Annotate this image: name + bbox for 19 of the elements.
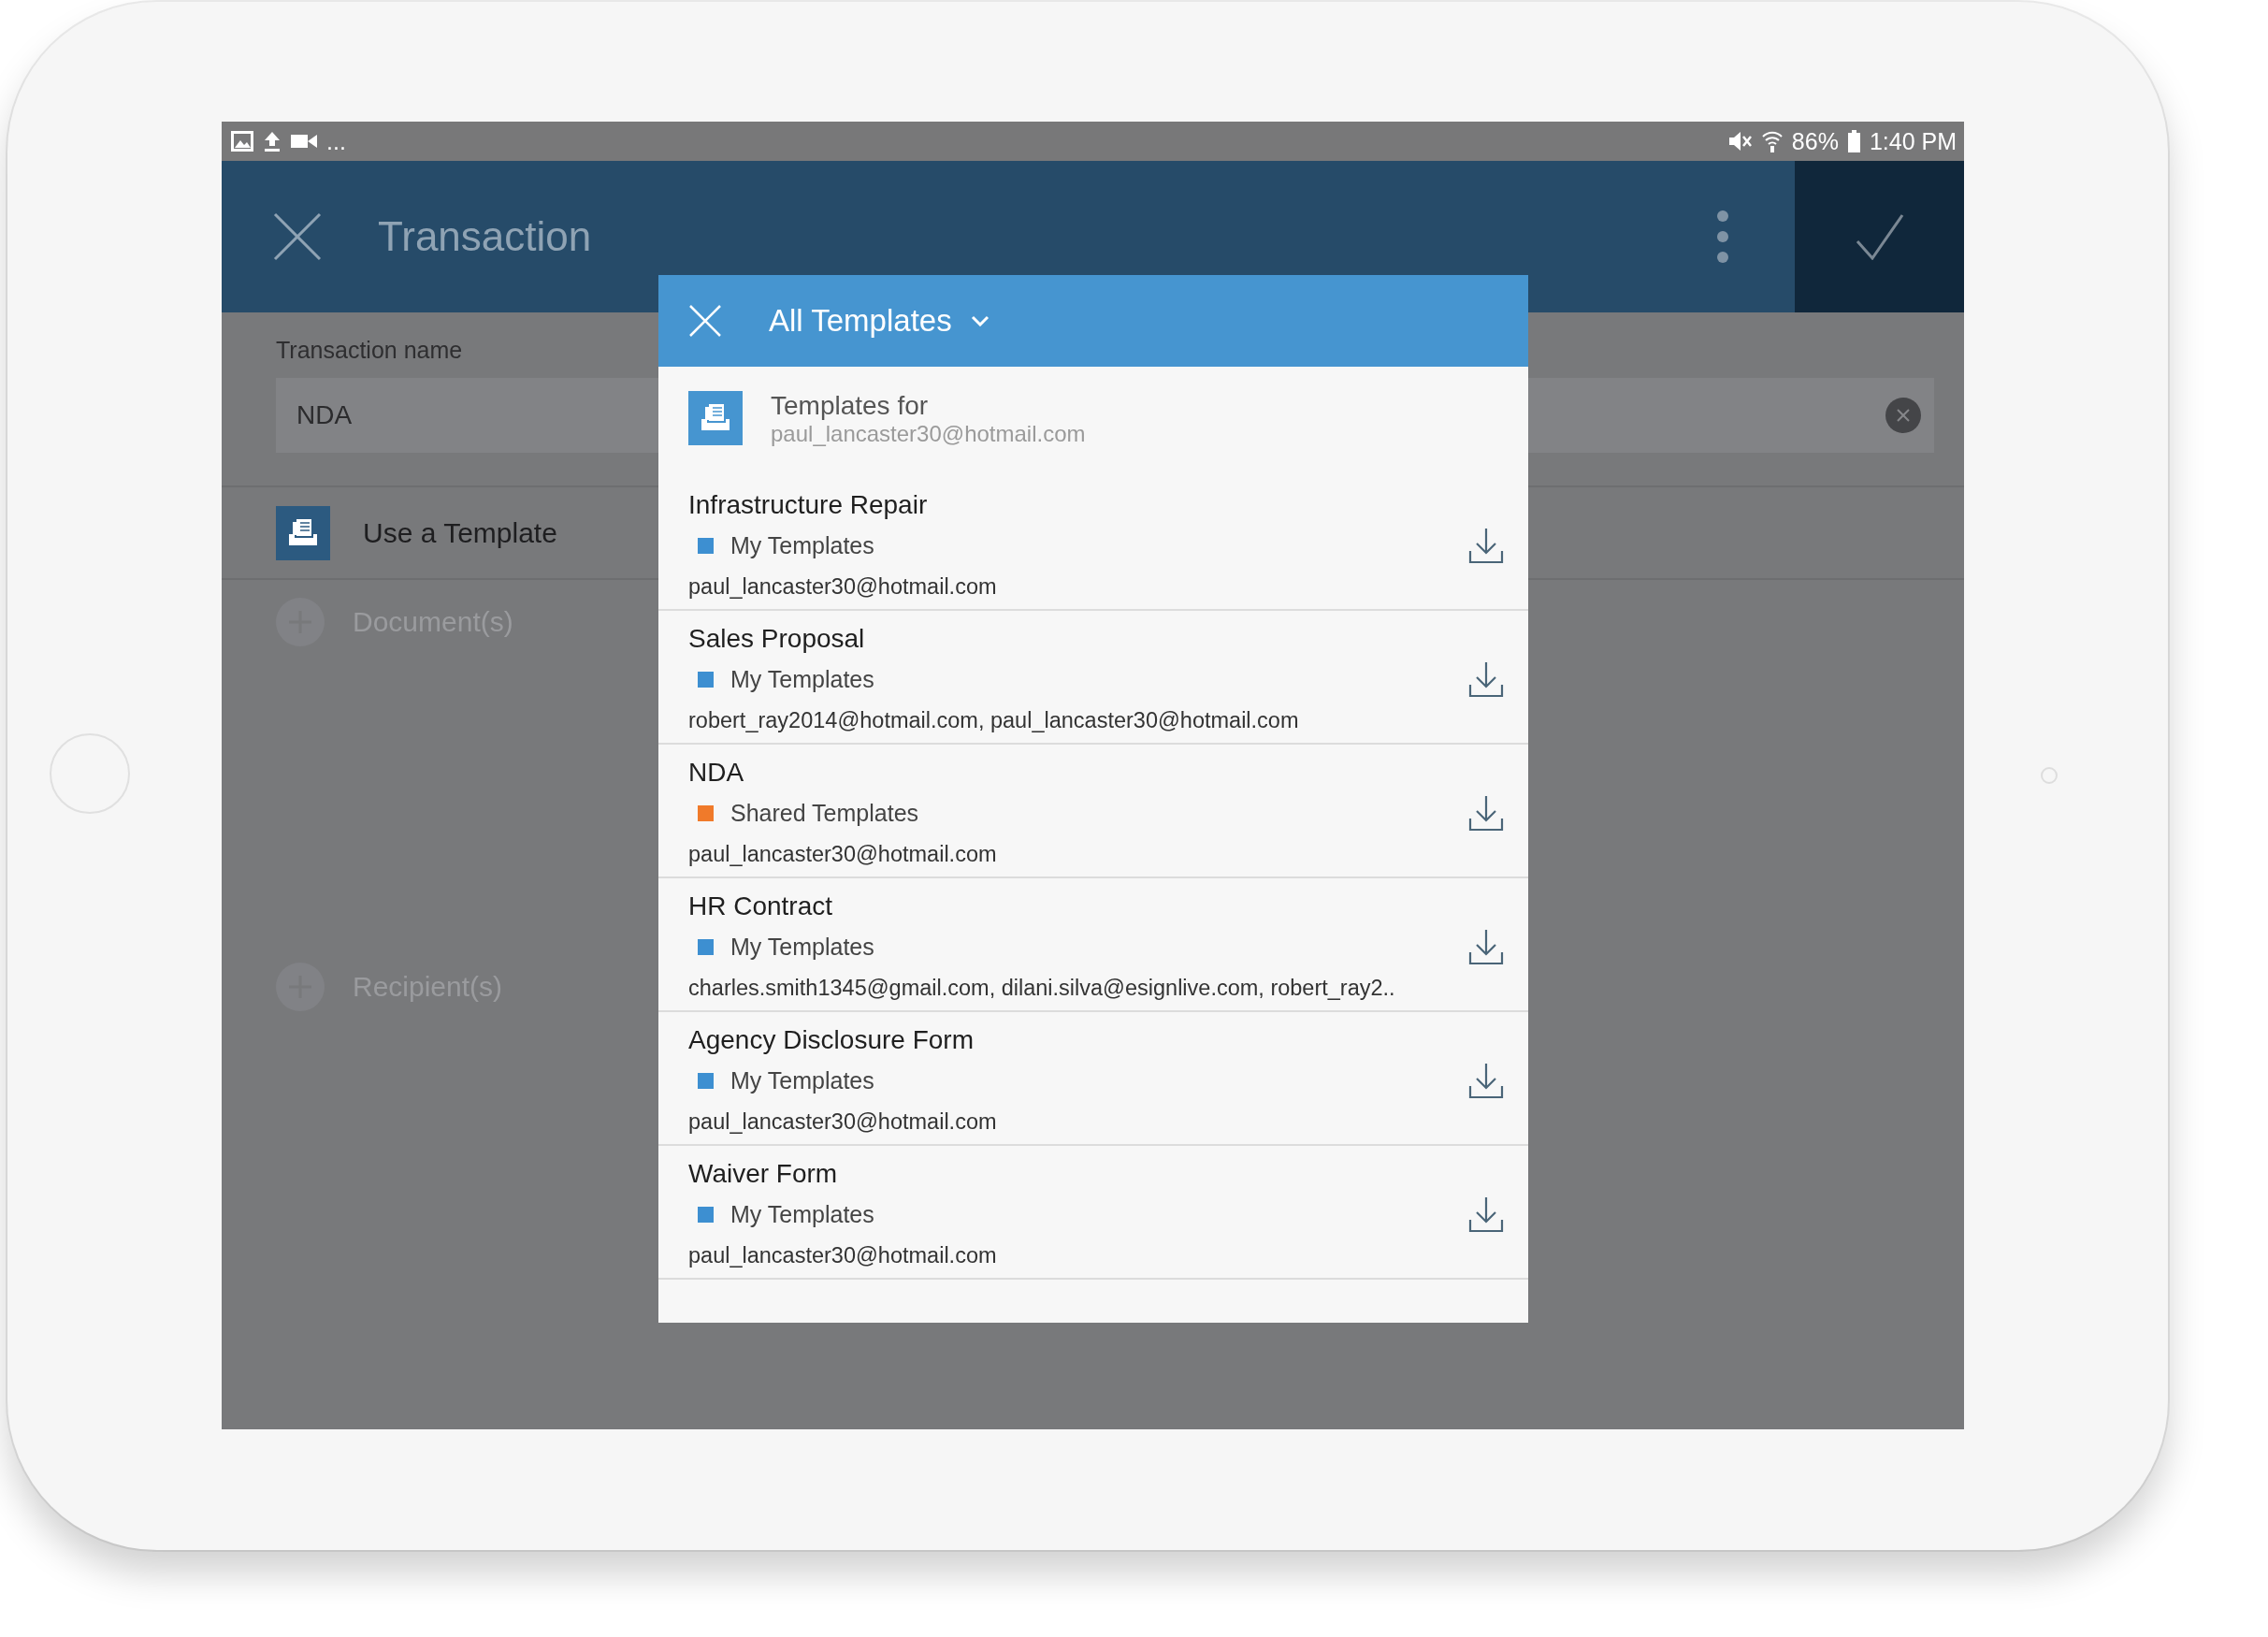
template-recipients: paul_lancaster30@hotmail.com [688, 1242, 998, 1269]
template-recipients: paul_lancaster30@hotmail.com [688, 1108, 998, 1136]
template-category: My Templates [730, 531, 874, 559]
template-category: My Templates [730, 1200, 874, 1228]
more-notifications-text: ... [326, 127, 346, 155]
template-category: My Templates [730, 1066, 874, 1094]
owner-email: paul_lancaster30@hotmail.com [771, 421, 1086, 447]
template-recipients: paul_lancaster30@hotmail.com [688, 573, 998, 601]
template-category: Shared Templates [730, 799, 919, 827]
template-recipients: charles.smith1345@gmail.com, dilani.silva@esignlive.com, robert_ray2.. [688, 975, 1396, 1002]
field-label: Transaction name [276, 337, 463, 363]
template-recipients: robert_ray2014@hotmail.com, paul_lancaster30@hotmail.com [688, 707, 1300, 734]
owner-label: Templates for [771, 391, 930, 421]
clock-time: 1:40 PM [1869, 127, 1957, 155]
template-category: My Templates [730, 665, 874, 693]
template-recipients: paul_lancaster30@hotmail.com [688, 841, 998, 868]
battery-percentage: 86% [1791, 127, 1839, 155]
template-category: My Templates [730, 933, 874, 961]
screen-title: Transaction [378, 213, 593, 260]
